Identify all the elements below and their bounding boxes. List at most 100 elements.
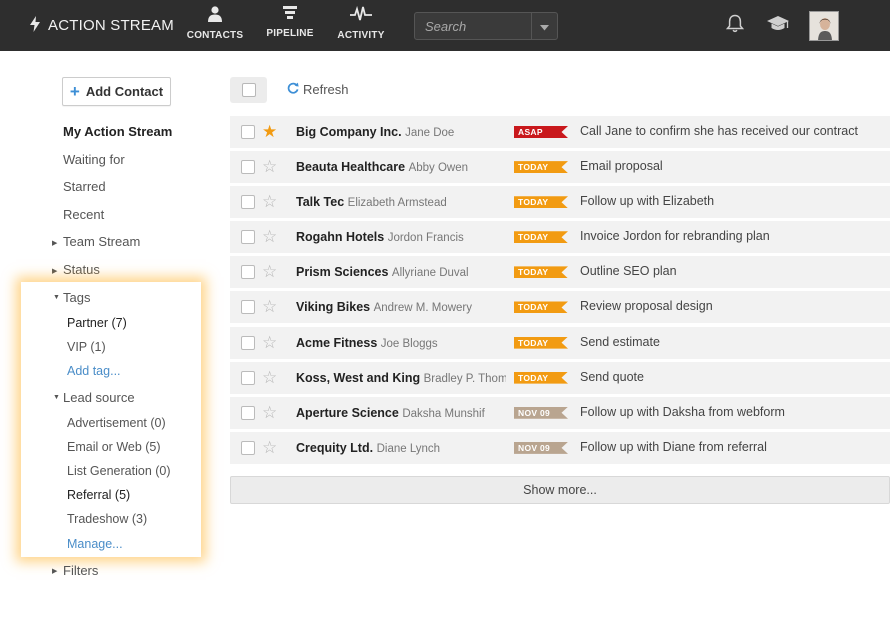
lead-source-referral[interactable]: Referral (5) — [67, 488, 130, 502]
add-contact-button[interactable]: + Add Contact — [62, 77, 171, 106]
contact-name: Jane Doe — [405, 127, 455, 139]
row-checkbox[interactable] — [241, 230, 255, 245]
task-description[interactable]: Follow up with Elizabeth — [580, 194, 714, 208]
caret-right-icon: ▶ — [52, 268, 58, 275]
sidebar-item-filters[interactable]: Filters — [63, 563, 98, 578]
manage-lead-sources-link[interactable]: Manage... — [67, 537, 123, 551]
table-row[interactable]: ★ Big Company Inc. Jane Doe ASAP Call Jane … — [230, 116, 890, 148]
search-dropdown-button[interactable] — [531, 13, 557, 39]
table-row[interactable]: ☆ Beauta Healthcare Abby Owen TODAY Email p… — [230, 151, 890, 184]
lightning-icon — [30, 16, 40, 35]
row-checkbox[interactable] — [241, 335, 255, 350]
brand-title: ACTION STREAM — [48, 17, 174, 34]
star-icon[interactable]: ☆ — [262, 227, 277, 247]
plus-icon: + — [69, 82, 80, 101]
company-name: Prism Sciences — [296, 265, 389, 280]
sidebar-item-team-stream[interactable]: Team Stream — [63, 234, 140, 249]
star-icon[interactable]: ☆ — [262, 192, 277, 212]
user-photo-icon — [810, 12, 838, 40]
search-input[interactable] — [415, 13, 531, 39]
company-name: Rogahn Hotels — [296, 230, 385, 245]
sidebar-item-waiting-for[interactable]: Waiting for — [63, 152, 125, 167]
row-contact-info[interactable]: Talk Tec Elizabeth Armstead — [296, 195, 506, 209]
row-checkbox[interactable] — [241, 195, 255, 210]
company-name: Acme Fitness — [296, 335, 378, 350]
pulse-icon — [350, 5, 372, 25]
star-icon[interactable]: ★ — [262, 122, 277, 142]
nav-contacts[interactable]: CONTACTS — [180, 6, 250, 46]
due-badge: TODAY — [514, 336, 568, 349]
company-name: Crequity Ltd. — [296, 440, 374, 455]
lead-source-advertisement[interactable]: Advertisement (0) — [67, 416, 166, 430]
top-navigation-bar: ACTION STREAM CONTACTS PIPELINE ACTIVITY — [0, 0, 890, 51]
add-tag-link[interactable]: Add tag... — [67, 364, 121, 378]
show-more-button[interactable]: Show more... — [230, 476, 890, 504]
task-description[interactable]: Email proposal — [580, 159, 663, 173]
task-description[interactable]: Follow up with Daksha from webform — [580, 405, 785, 419]
row-contact-info[interactable]: Rogahn Hotels Jordon Francis — [296, 230, 506, 244]
star-icon[interactable]: ☆ — [262, 403, 277, 423]
tag-item-partner[interactable]: Partner (7) — [67, 316, 127, 330]
table-row[interactable]: ☆ Talk Tec Elizabeth Armstead TODAY Follow … — [230, 186, 890, 219]
table-row[interactable]: ☆ Koss, West and King Bradley P. Thom TODA… — [230, 361, 890, 394]
row-contact-info[interactable]: Aperture Science Daksha Munshif — [296, 406, 506, 420]
star-icon[interactable]: ☆ — [262, 368, 277, 388]
avatar[interactable] — [809, 11, 839, 41]
table-row[interactable]: ☆ Prism Sciences Allyriane Duval TODAY Outl… — [230, 256, 890, 289]
task-description[interactable]: Send estimate — [580, 335, 660, 349]
star-icon[interactable]: ☆ — [262, 297, 277, 317]
row-contact-info[interactable]: Acme Fitness Joe Bloggs — [296, 336, 506, 350]
company-name: Talk Tec — [296, 195, 345, 210]
task-description[interactable]: Outline SEO plan — [580, 264, 677, 278]
sidebar-item-recent[interactable]: Recent — [63, 207, 104, 222]
sidebar-item-lead-source[interactable]: Lead source — [63, 390, 135, 405]
table-row[interactable]: ☆ Aperture Science Daksha Munshif NOV 09 Fo… — [230, 396, 890, 429]
sidebar-item-status[interactable]: Status — [63, 262, 100, 277]
task-description[interactable]: Send quote — [580, 370, 644, 384]
row-checkbox[interactable] — [241, 265, 255, 280]
row-checkbox[interactable] — [241, 440, 255, 455]
row-contact-info[interactable]: Beauta Healthcare Abby Owen — [296, 160, 506, 174]
refresh-icon — [287, 81, 299, 97]
task-description[interactable]: Review proposal design — [580, 299, 713, 313]
row-contact-info[interactable]: Prism Sciences Allyriane Duval — [296, 265, 506, 279]
row-checkbox[interactable] — [241, 370, 255, 385]
sidebar-item-my-action-stream[interactable]: My Action Stream — [63, 124, 172, 139]
task-description[interactable]: Invoice Jordon for rebranding plan — [580, 229, 770, 243]
notifications-button[interactable] — [723, 13, 747, 37]
nav-activity[interactable]: ACTIVITY — [326, 5, 396, 46]
brand[interactable]: ACTION STREAM — [30, 0, 174, 51]
row-checkbox[interactable] — [241, 300, 255, 315]
learning-button[interactable] — [765, 13, 791, 37]
select-all-checkbox[interactable] — [230, 77, 267, 103]
star-icon[interactable]: ☆ — [262, 157, 277, 177]
table-row[interactable]: ☆ Acme Fitness Joe Bloggs TODAY Send estima… — [230, 326, 890, 359]
star-icon[interactable]: ☆ — [262, 262, 277, 282]
refresh-button[interactable]: Refresh — [287, 81, 349, 97]
task-description[interactable]: Call Jane to confirm she has received ou… — [580, 124, 858, 138]
row-contact-info[interactable]: Big Company Inc. Jane Doe — [296, 125, 506, 139]
company-name: Big Company Inc. — [296, 125, 402, 139]
star-icon[interactable]: ☆ — [262, 438, 277, 458]
sidebar-item-tags[interactable]: Tags — [63, 290, 90, 305]
sidebar-item-starred[interactable]: Starred — [63, 179, 106, 194]
lead-source-tradeshow[interactable]: Tradeshow (3) — [67, 512, 147, 526]
table-row[interactable]: ☆ Crequity Ltd. Diane Lynch NOV 09 Follow u… — [230, 431, 890, 464]
nav-pipeline[interactable]: PIPELINE — [255, 6, 325, 46]
row-contact-info[interactable]: Koss, West and King Bradley P. Thom — [296, 371, 506, 385]
row-checkbox[interactable] — [241, 160, 255, 175]
lead-source-list-generation[interactable]: List Generation (0) — [67, 464, 171, 478]
tag-item-vip[interactable]: VIP (1) — [67, 340, 106, 354]
table-row[interactable]: ☆ Viking Bikes Andrew M. Mowery TODAY Revie… — [230, 291, 890, 324]
task-description[interactable]: Follow up with Diane from referral — [580, 440, 767, 454]
contact-name: Abby Owen — [408, 162, 469, 175]
row-checkbox[interactable] — [241, 125, 255, 139]
search-box[interactable] — [414, 12, 558, 40]
row-contact-info[interactable]: Crequity Ltd. Diane Lynch — [296, 441, 506, 455]
star-icon[interactable]: ☆ — [262, 333, 277, 353]
table-row[interactable]: ☆ Rogahn Hotels Jordon Francis TODAY Invoic… — [230, 221, 890, 254]
row-checkbox[interactable] — [241, 405, 255, 420]
row-contact-info[interactable]: Viking Bikes Andrew M. Mowery — [296, 300, 506, 314]
contact-name: Andrew M. Mowery — [373, 302, 473, 315]
lead-source-email-or-web[interactable]: Email or Web (5) — [67, 440, 161, 454]
